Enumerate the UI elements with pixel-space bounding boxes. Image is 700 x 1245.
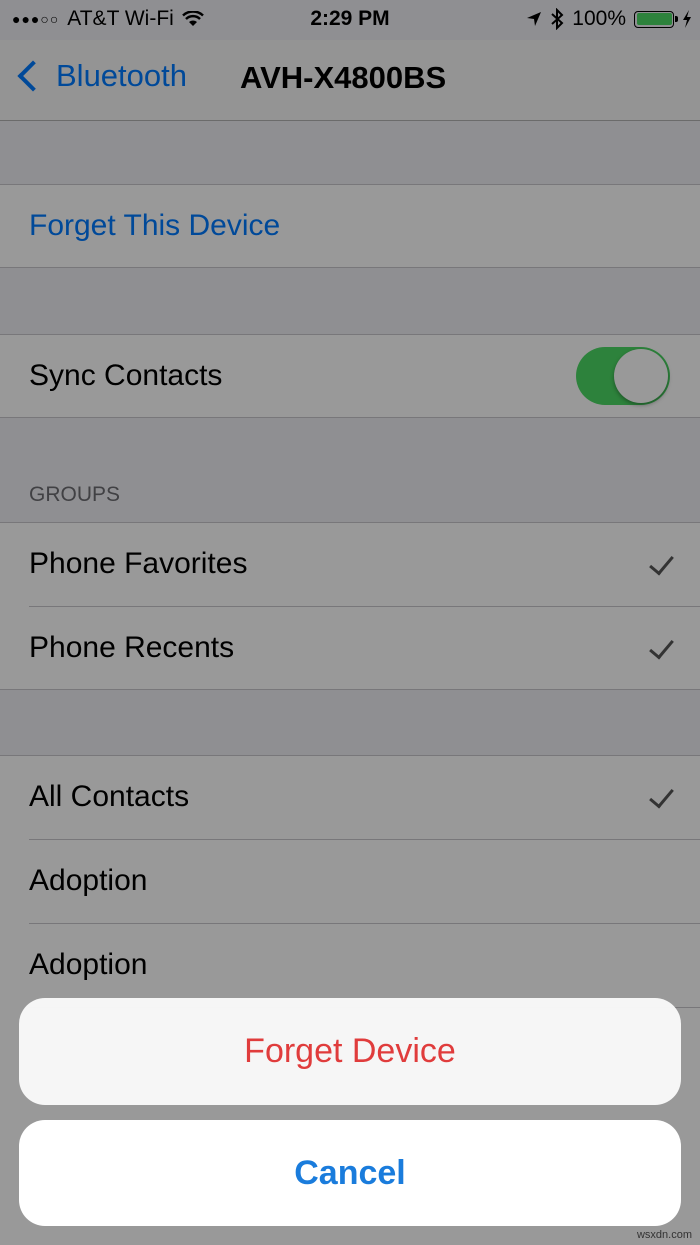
forget-device-button[interactable]: Forget Device	[19, 998, 681, 1105]
cancel-button[interactable]: Cancel	[19, 1120, 681, 1226]
watermark: wsxdn.com	[636, 1229, 692, 1241]
